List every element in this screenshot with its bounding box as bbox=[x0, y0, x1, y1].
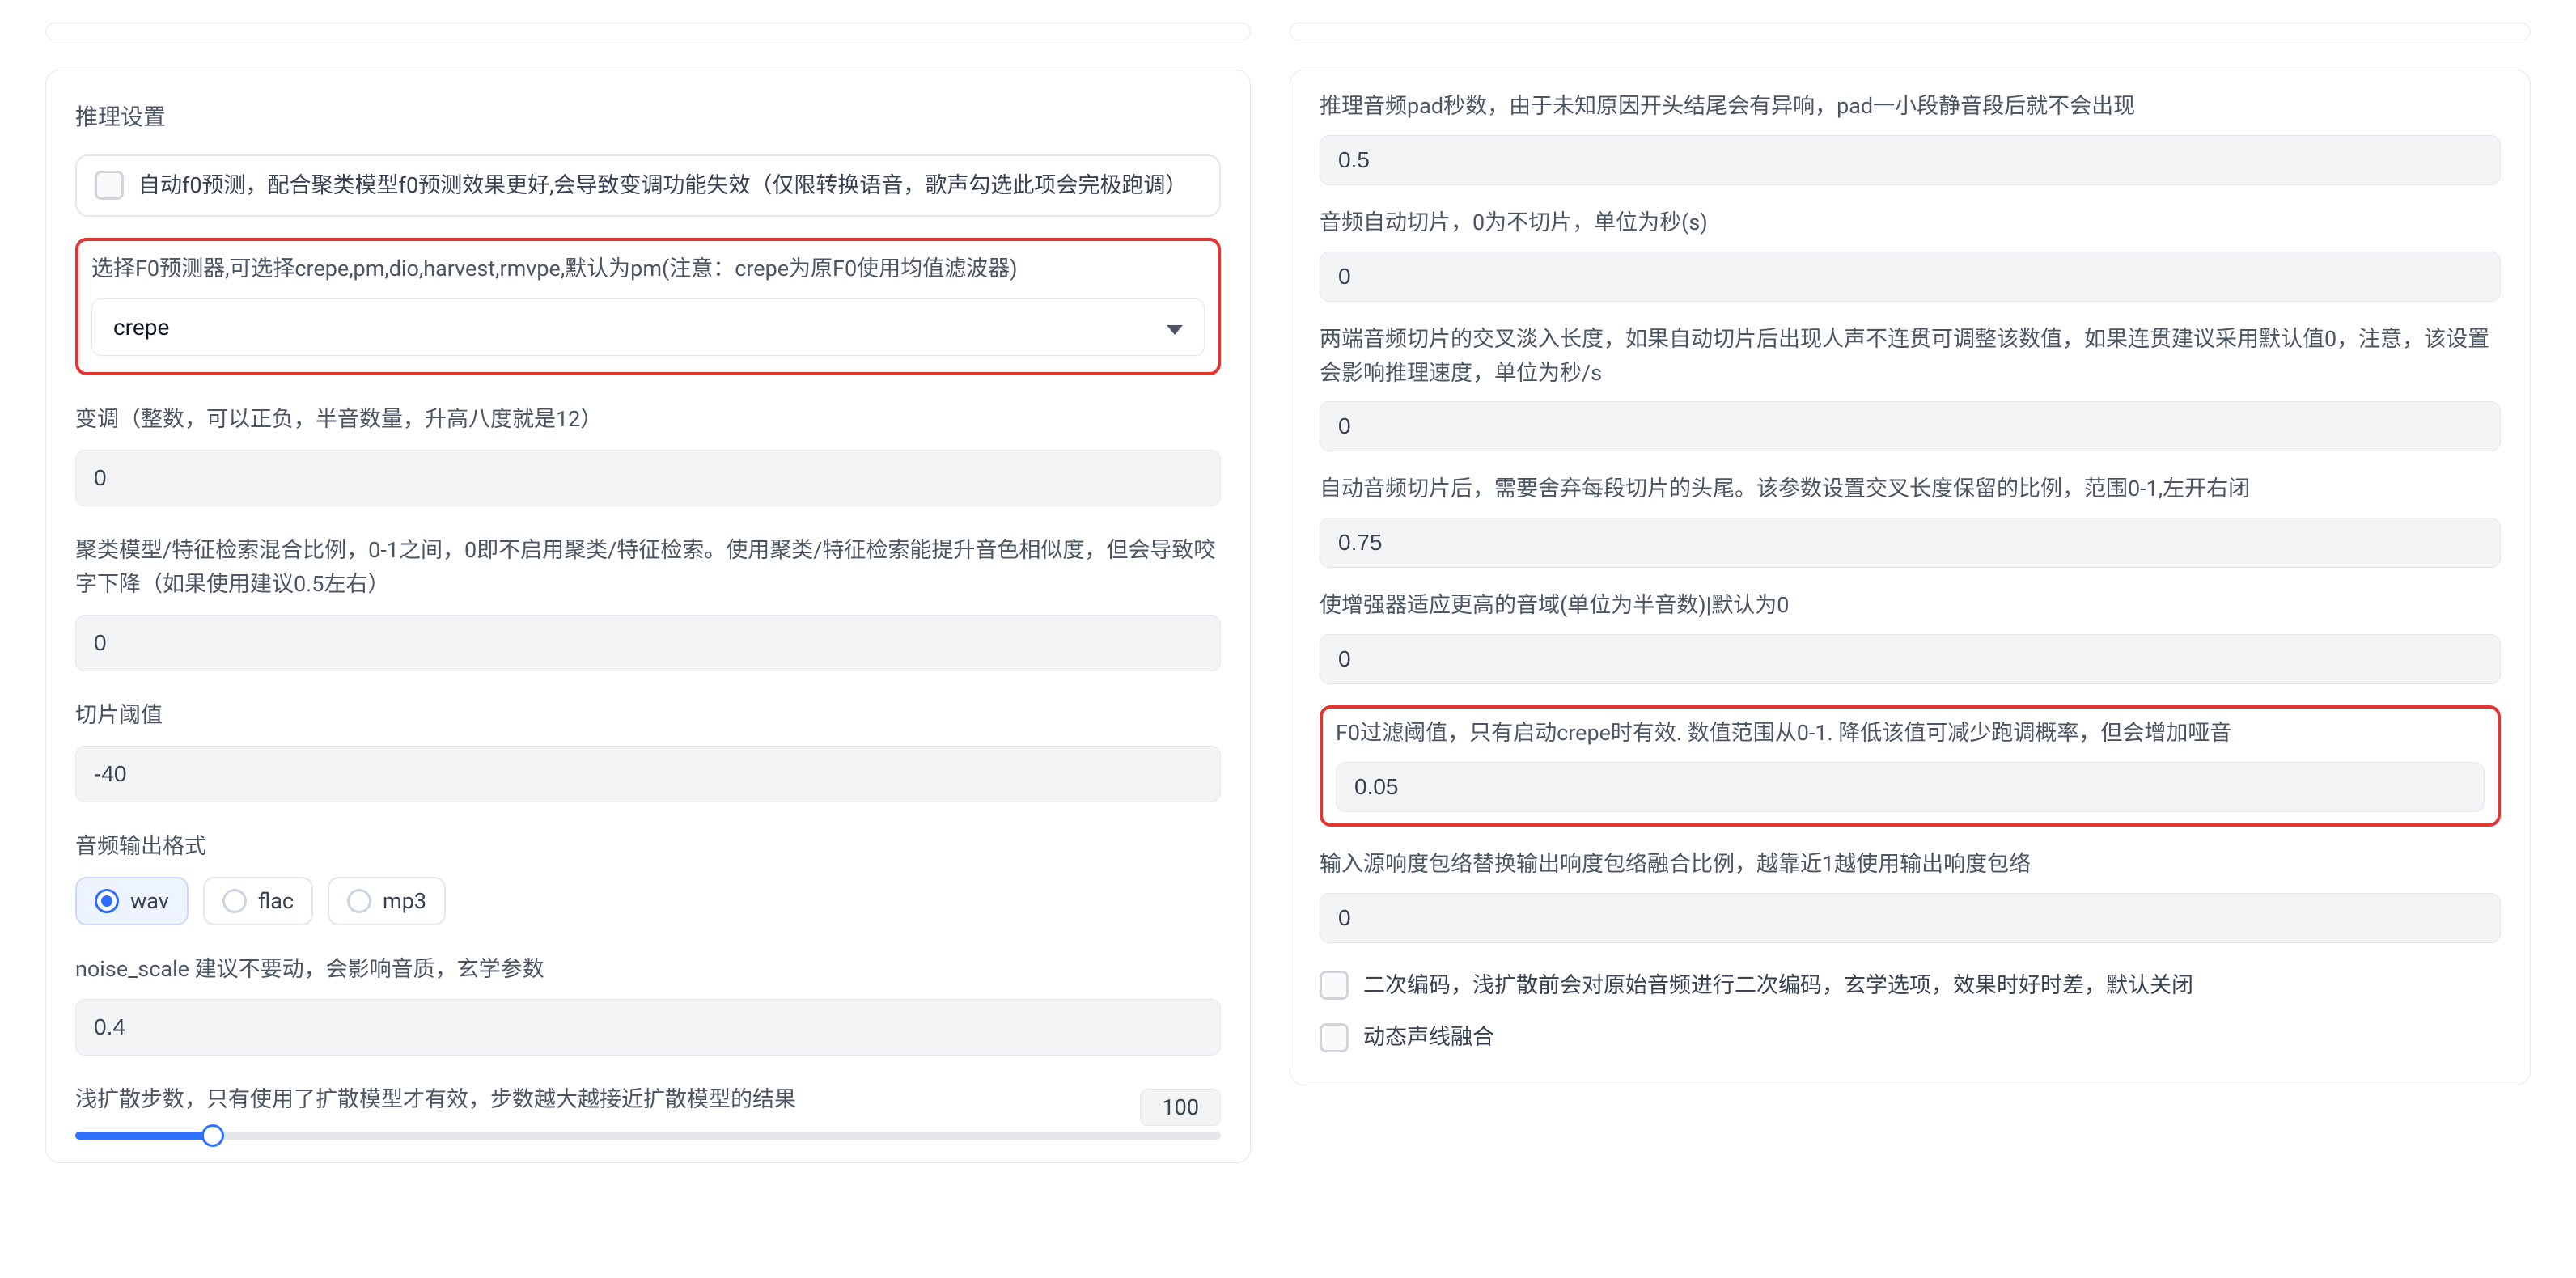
right-column: 推理音频pad秒数，由于未知原因开头结尾会有异响，pad一小段静音段后就不会出现… bbox=[1290, 23, 2531, 1163]
pad-seconds-field: 推理音频pad秒数，由于未知原因开头结尾会有异响，pad一小段静音段后就不会出现 bbox=[1320, 90, 2501, 185]
transpose-input[interactable] bbox=[75, 450, 1221, 506]
auto-slice-label: 音频自动切片，0为不切片，单位为秒(s) bbox=[1320, 206, 2501, 240]
chevron-down-icon bbox=[1167, 314, 1183, 341]
slice-threshold-input[interactable] bbox=[75, 746, 1221, 802]
output-format-field: 音频输出格式 wav flac mp3 bbox=[75, 830, 1221, 925]
radio-flac[interactable]: flac bbox=[203, 877, 313, 925]
checkbox-icon[interactable] bbox=[95, 171, 124, 200]
previous-card-bottom-edge-right bbox=[1290, 23, 2531, 40]
crossfade-label: 两端音频切片的交叉淡入长度，如果自动切片后出现人声不连贯可调整该数值，如果连贯建… bbox=[1320, 323, 2501, 391]
previous-card-bottom-edge bbox=[45, 23, 1251, 40]
crossfade-input[interactable] bbox=[1320, 401, 2501, 451]
left-column: 推理设置 自动f0预测，配合聚类模型f0预测效果更好,会导致变调功能失效（仅限转… bbox=[45, 23, 1251, 1163]
slice-threshold-label: 切片阈值 bbox=[75, 699, 1221, 733]
clip-ratio-input[interactable] bbox=[1320, 518, 2501, 568]
checkbox-icon[interactable] bbox=[1320, 971, 1349, 1000]
enhancer-semitones-input[interactable] bbox=[1320, 634, 2501, 684]
pad-seconds-input[interactable] bbox=[1320, 135, 2501, 185]
auto-slice-input[interactable] bbox=[1320, 252, 2501, 302]
second-encode-checkbox-row[interactable]: 二次编码，浅扩散前会对原始音频进行二次编码，玄学选项，效果时好时差，默认关闭 bbox=[1320, 964, 2501, 1007]
clip-ratio-field: 自动音频切片后，需要舍弃每段切片的头尾。该参数设置交叉长度保留的比例，范围0-1… bbox=[1320, 472, 2501, 568]
dynamic-voice-fusion-label: 动态声线融合 bbox=[1363, 1021, 1494, 1054]
slice-threshold-field: 切片阈值 bbox=[75, 699, 1221, 802]
output-format-radio-group: wav flac mp3 bbox=[75, 877, 1221, 925]
crossfade-field: 两端音频切片的交叉淡入长度，如果自动切片后出现人声不连贯可调整该数值，如果连贯建… bbox=[1320, 323, 2501, 452]
noise-scale-input[interactable] bbox=[75, 999, 1221, 1056]
f0-filter-threshold-label: F0过滤阈值，只有启动crepe时有效. 数值范围从0-1. 降低该值可减少跑调… bbox=[1336, 717, 2485, 751]
transpose-label: 变调（整数，可以正负，半音数量，升高八度就是12） bbox=[75, 403, 1221, 437]
highlight-f0-predictor: 选择F0预测器,可选择crepe,pm,dio,harvest,rmvpe,默认… bbox=[75, 238, 1221, 376]
radio-wav-label: wav bbox=[130, 888, 169, 914]
auto-f0-label: 自动f0预测，配合聚类模型f0预测效果更好,会导致变调功能失效（仅限转换语音，歌… bbox=[138, 169, 1187, 202]
dynamic-voice-fusion-checkbox-row[interactable]: 动态声线融合 bbox=[1320, 1016, 2501, 1059]
auto-slice-field: 音频自动切片，0为不切片，单位为秒(s) bbox=[1320, 206, 2501, 302]
output-format-label: 音频输出格式 bbox=[75, 830, 1221, 864]
slider-fill bbox=[75, 1132, 213, 1140]
app-root: 推理设置 自动f0预测，配合聚类模型f0预测效果更好,会导致变调功能失效（仅限转… bbox=[0, 0, 2576, 1195]
right-settings-card: 推理音频pad秒数，由于未知原因开头结尾会有异响，pad一小段静音段后就不会出现… bbox=[1290, 70, 2531, 1085]
radio-dot-icon bbox=[347, 889, 371, 913]
transpose-field: 变调（整数，可以正负，半音数量，升高八度就是12） bbox=[75, 403, 1221, 506]
checkbox-icon[interactable] bbox=[1320, 1023, 1349, 1052]
diffusion-steps-label: 浅扩散步数，只有使用了扩散模型才有效，步数越大越接近扩散模型的结果 bbox=[75, 1083, 1121, 1117]
cluster-ratio-field: 聚类模型/特征检索混合比例，0-1之间，0即不启用聚类/特征检索。使用聚类/特征… bbox=[75, 534, 1221, 671]
noise-scale-label: noise_scale 建议不要动，会影响音质，玄学参数 bbox=[75, 953, 1221, 987]
pad-seconds-label: 推理音频pad秒数，由于未知原因开头结尾会有异响，pad一小段静音段后就不会出现 bbox=[1320, 90, 2501, 124]
diffusion-steps-field: 浅扩散步数，只有使用了扩散模型才有效，步数越大越接近扩散模型的结果 100 bbox=[75, 1083, 1221, 1140]
loudness-envelope-field: 输入源响度包络替换输出响度包络融合比例，越靠近1越使用输出响度包络 bbox=[1320, 848, 2501, 943]
clip-ratio-label: 自动音频切片后，需要舍弃每段切片的头尾。该参数设置交叉长度保留的比例，范围0-1… bbox=[1320, 472, 2501, 506]
diffusion-steps-slider[interactable] bbox=[75, 1132, 1221, 1140]
auto-f0-checkbox-row[interactable]: 自动f0预测，配合聚类模型f0预测效果更好,会导致变调功能失效（仅限转换语音，歌… bbox=[75, 154, 1221, 217]
predictor-label: 选择F0预测器,可选择crepe,pm,dio,harvest,rmvpe,默认… bbox=[91, 252, 1205, 286]
loudness-envelope-label: 输入源响度包络替换输出响度包络融合比例，越靠近1越使用输出响度包络 bbox=[1320, 848, 2501, 882]
radio-mp3[interactable]: mp3 bbox=[328, 877, 446, 925]
cluster-ratio-label: 聚类模型/特征检索混合比例，0-1之间，0即不启用聚类/特征检索。使用聚类/特征… bbox=[75, 534, 1221, 602]
diffusion-steps-value[interactable]: 100 bbox=[1140, 1089, 1221, 1126]
radio-dot-icon bbox=[222, 889, 247, 913]
section-title: 推理设置 bbox=[75, 99, 1221, 132]
enhancer-semitones-label: 使增强器适应更高的音域(单位为半音数)|默认为0 bbox=[1320, 589, 2501, 623]
slider-thumb[interactable] bbox=[201, 1124, 224, 1147]
highlight-f0-filter-threshold: F0过滤阈值，只有启动crepe时有效. 数值范围从0-1. 降低该值可减少跑调… bbox=[1320, 705, 2501, 827]
enhancer-semitones-field: 使增强器适应更高的音域(单位为半音数)|默认为0 bbox=[1320, 589, 2501, 684]
radio-flac-label: flac bbox=[258, 888, 294, 914]
predictor-dropdown[interactable]: crepe bbox=[91, 298, 1205, 356]
loudness-envelope-input[interactable] bbox=[1320, 893, 2501, 943]
radio-wav[interactable]: wav bbox=[75, 877, 189, 925]
radio-dot-icon bbox=[95, 889, 119, 913]
radio-mp3-label: mp3 bbox=[383, 888, 426, 914]
inference-settings-card: 推理设置 自动f0预测，配合聚类模型f0预测效果更好,会导致变调功能失效（仅限转… bbox=[45, 70, 1251, 1163]
second-encode-label: 二次编码，浅扩散前会对原始音频进行二次编码，玄学选项，效果时好时差，默认关闭 bbox=[1363, 969, 2193, 1002]
f0-filter-threshold-input[interactable] bbox=[1336, 762, 2485, 812]
predictor-value: crepe bbox=[113, 314, 169, 341]
noise-scale-field: noise_scale 建议不要动，会影响音质，玄学参数 bbox=[75, 953, 1221, 1056]
cluster-ratio-input[interactable] bbox=[75, 615, 1221, 671]
